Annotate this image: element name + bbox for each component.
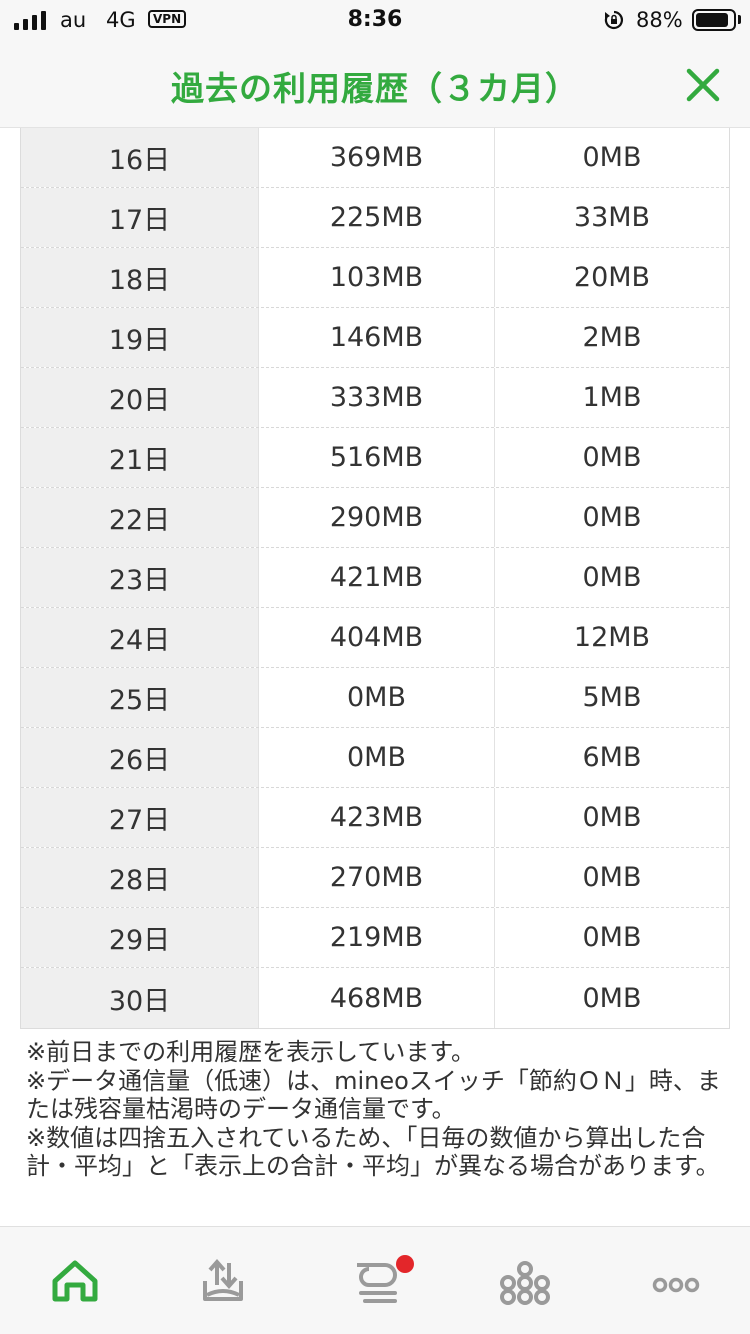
low-speed-usage-cell: 0MB	[494, 968, 729, 1028]
notification-badge	[396, 1255, 414, 1273]
page-header: 過去の利用履歴（３カ月）	[0, 40, 750, 128]
day-cell: 25日	[21, 668, 258, 727]
low-speed-usage-cell: 0MB	[494, 428, 729, 487]
table-row: 27日 423MB 0MB	[21, 788, 729, 848]
battery-level	[696, 13, 728, 27]
high-speed-usage-cell: 290MB	[258, 488, 494, 547]
high-speed-usage-cell: 225MB	[258, 188, 494, 247]
high-speed-usage-cell: 333MB	[258, 368, 494, 427]
low-speed-usage-cell: 0MB	[494, 788, 729, 847]
table-row: 29日 219MB 0MB	[21, 908, 729, 968]
low-speed-usage-cell: 2MB	[494, 308, 729, 367]
table-row: 17日 225MB 33MB	[21, 188, 729, 248]
close-icon[interactable]	[680, 62, 726, 108]
status-bar: au 4G VPN 8:36 88%	[0, 0, 750, 40]
high-speed-usage-cell: 0MB	[258, 668, 494, 727]
day-cell: 17日	[21, 188, 258, 247]
high-speed-usage-cell: 423MB	[258, 788, 494, 847]
usage-history-table: 16日 369MB 0MB 17日 225MB 33MB 18日 103MB 20MB 19日 14…	[20, 128, 730, 1029]
day-cell: 30日	[21, 968, 258, 1028]
low-speed-usage-cell: 33MB	[494, 188, 729, 247]
high-speed-usage-cell: 369MB	[258, 128, 494, 187]
day-cell: 29日	[21, 908, 258, 967]
low-speed-usage-cell: 6MB	[494, 728, 729, 787]
table-row: 22日 290MB 0MB	[21, 488, 729, 548]
low-speed-usage-cell: 12MB	[494, 608, 729, 667]
battery-cap	[738, 15, 741, 24]
table-row: 23日 421MB 0MB	[21, 548, 729, 608]
low-speed-usage-cell: 0MB	[494, 908, 729, 967]
rotation-lock-icon	[604, 10, 623, 30]
table-row: 16日 369MB 0MB	[21, 128, 729, 188]
day-cell: 27日	[21, 788, 258, 847]
note-line: ※データ通信量（低速）は、mineoスイッチ「節約ＯＮ」時、または残容量枯渇時の…	[26, 1066, 721, 1124]
usage-notes: ※前日までの利用履歴を表示しています。 ※データ通信量（低速）は、mineoスイッ…	[26, 1038, 732, 1181]
high-speed-usage-cell: 404MB	[258, 608, 494, 667]
battery-percent: 88%	[636, 8, 683, 32]
high-speed-usage-cell: 516MB	[258, 428, 494, 487]
table-row: 20日 333MB 1MB	[21, 368, 729, 428]
high-speed-usage-cell: 0MB	[258, 728, 494, 787]
table-row: 24日 404MB 12MB	[21, 608, 729, 668]
day-cell: 22日	[21, 488, 258, 547]
bottom-navigation	[0, 1226, 750, 1334]
low-speed-usage-cell: 5MB	[494, 668, 729, 727]
day-cell: 19日	[21, 308, 258, 367]
day-cell: 26日	[21, 728, 258, 787]
home-icon[interactable]	[45, 1251, 105, 1311]
day-cell: 28日	[21, 848, 258, 907]
low-speed-usage-cell: 0MB	[494, 548, 729, 607]
note-line: ※前日までの利用履歴を表示しています。	[26, 1038, 475, 1066]
day-cell: 18日	[21, 248, 258, 307]
battery-icon	[692, 9, 736, 31]
table-row: 28日 270MB 0MB	[21, 848, 729, 908]
more-dots-icon[interactable]	[646, 1251, 706, 1311]
page-title: 過去の利用履歴（３カ月）	[171, 69, 579, 108]
table-row: 25日 0MB 5MB	[21, 668, 729, 728]
note-line: ※数値は四捨五入されているため、「日毎の数値から算出した合計・平均」と「表示上の…	[26, 1123, 720, 1181]
low-speed-usage-cell: 20MB	[494, 248, 729, 307]
table-row: 26日 0MB 6MB	[21, 728, 729, 788]
high-speed-usage-cell: 270MB	[258, 848, 494, 907]
high-speed-usage-cell: 146MB	[258, 308, 494, 367]
upload-tray-icon[interactable]	[193, 1251, 253, 1311]
low-speed-usage-cell: 1MB	[494, 368, 729, 427]
day-cell: 21日	[21, 428, 258, 487]
high-speed-usage-cell: 103MB	[258, 248, 494, 307]
high-speed-usage-cell: 421MB	[258, 548, 494, 607]
high-speed-usage-cell: 468MB	[258, 968, 494, 1028]
usage-table-body: 16日 369MB 0MB 17日 225MB 33MB 18日 103MB 20MB 19日 14…	[20, 128, 730, 1029]
community-icon[interactable]	[495, 1251, 555, 1311]
day-cell: 16日	[21, 128, 258, 187]
day-cell: 20日	[21, 368, 258, 427]
table-row: 21日 516MB 0MB	[21, 428, 729, 488]
low-speed-usage-cell: 0MB	[494, 128, 729, 187]
day-cell: 23日	[21, 548, 258, 607]
table-row: 19日 146MB 2MB	[21, 308, 729, 368]
low-speed-usage-cell: 0MB	[494, 488, 729, 547]
low-speed-usage-cell: 0MB	[494, 848, 729, 907]
table-row: 18日 103MB 20MB	[21, 248, 729, 308]
day-cell: 24日	[21, 608, 258, 667]
table-row: 30日 468MB 0MB	[21, 968, 729, 1028]
high-speed-usage-cell: 219MB	[258, 908, 494, 967]
